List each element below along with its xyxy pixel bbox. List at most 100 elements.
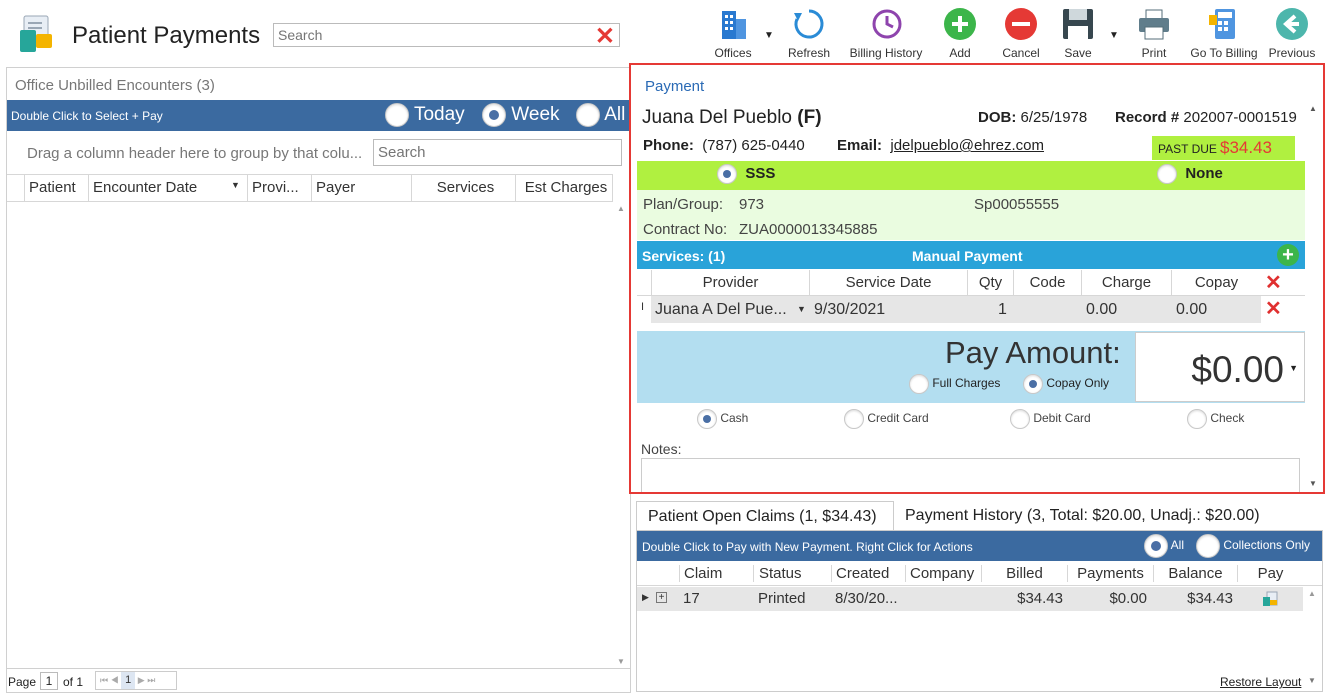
claims-filter-all[interactable]: All	[1144, 534, 1184, 558]
refresh-button[interactable]: Refresh	[779, 6, 839, 60]
copay-only-option[interactable]: Copay Only	[1023, 374, 1109, 394]
qty-value[interactable]: 1	[998, 301, 1007, 319]
group-by-hint: Drag a column header here to group by th…	[27, 145, 363, 162]
col-services[interactable]: Services	[411, 175, 515, 201]
col-charge[interactable]: Charge	[1081, 270, 1171, 296]
col-provider[interactable]: Provider	[651, 270, 809, 296]
offices-button[interactable]: Offices	[703, 6, 763, 60]
notes-label: Notes:	[641, 441, 682, 457]
clear-search-icon[interactable]: ✕	[595, 22, 615, 51]
payment-scrollbar[interactable]: ▲ ▼	[1305, 100, 1322, 492]
filter-all[interactable]: All	[576, 103, 625, 127]
col-company[interactable]: Company	[905, 565, 981, 582]
claim-balance[interactable]: $34.43	[1153, 590, 1233, 607]
pay-amount-label: Pay Amount:	[945, 335, 1121, 370]
save-dropdown-icon[interactable]: ▼	[1109, 30, 1119, 41]
pay-amount-value[interactable]: $0.00	[1191, 349, 1284, 391]
full-charges-option[interactable]: Full Charges	[909, 374, 1000, 394]
history-icon	[847, 6, 925, 42]
claim-number[interactable]: 17	[683, 590, 700, 607]
filter-week[interactable]: Week	[482, 103, 560, 127]
charge-value[interactable]: 0.00	[1086, 301, 1117, 319]
pager-page-input[interactable]: 1	[40, 672, 58, 690]
header-search-input[interactable]	[274, 24, 584, 46]
go-to-billing-button[interactable]: Go To Billing	[1188, 6, 1260, 60]
provider-select[interactable]: Juana A Del Pue...	[655, 301, 787, 319]
spin-icon[interactable]: ▼	[1289, 363, 1298, 373]
billing-history-button[interactable]: Billing History	[847, 6, 925, 60]
method-credit-card[interactable]: Credit Card	[844, 409, 929, 429]
plan-code: Sp00055555	[974, 196, 1060, 213]
restore-layout-link[interactable]: Restore Layout	[1220, 675, 1301, 689]
pay-claim-icon[interactable]	[1261, 590, 1279, 612]
claims-filter-collections[interactable]: Collections Only	[1196, 534, 1310, 558]
unbilled-search-input[interactable]	[373, 139, 622, 166]
unbilled-scrollbar[interactable]: ▲ ▼	[613, 202, 629, 668]
claim-status[interactable]: Printed	[758, 590, 806, 607]
expand-plus-icon[interactable]: +	[656, 592, 667, 603]
service-date-value[interactable]: 9/30/2021	[814, 301, 885, 319]
col-patient[interactable]: Patient	[24, 175, 88, 201]
col-balance[interactable]: Balance	[1153, 565, 1237, 582]
scroll-up-icon[interactable]: ▲	[1308, 589, 1316, 598]
save-button[interactable]: Save	[1048, 6, 1108, 60]
header-search[interactable]: ✕	[273, 23, 620, 50]
provider-dropdown-icon[interactable]: ▼	[797, 304, 806, 314]
previous-button[interactable]: Previous	[1262, 6, 1322, 60]
filter-today[interactable]: Today	[385, 103, 465, 127]
scroll-down-icon[interactable]: ▼	[617, 657, 625, 666]
pager-nav[interactable]: ⏮ ◀ 1 ▶ ⏭	[95, 671, 177, 690]
scroll-up-icon[interactable]: ▲	[1309, 104, 1317, 113]
col-provider[interactable]: Provi...	[247, 175, 311, 201]
delete-all-icon[interactable]: ✕	[1265, 273, 1282, 293]
insurance-sss-option[interactable]: SSS	[717, 164, 775, 184]
record-number: Record # 202007-0001519	[1115, 109, 1297, 126]
col-pay[interactable]: Pay	[1237, 565, 1303, 582]
col-copay[interactable]: Copay	[1171, 270, 1261, 296]
method-debit-card[interactable]: Debit Card	[1010, 409, 1091, 429]
row-expand-arrow-icon[interactable]: ▶	[642, 592, 649, 603]
scroll-down-icon[interactable]: ▼	[1309, 479, 1317, 488]
plan-value: 973	[739, 196, 765, 213]
pay-amount-input[interactable]: $0.00 ▼	[1135, 332, 1305, 402]
arrow-left-circle-icon	[1262, 6, 1322, 42]
method-cash-label: Cash	[720, 411, 749, 426]
scroll-up-icon[interactable]: ▲	[617, 204, 625, 213]
delete-row-icon[interactable]: ✕	[1265, 299, 1282, 319]
col-billed[interactable]: Billed	[981, 565, 1067, 582]
col-created[interactable]: Created	[831, 565, 905, 582]
offices-dropdown-icon[interactable]: ▼	[764, 30, 774, 41]
service-row[interactable]: I Juana A Del Pue... ▼ 9/30/2021 1 0.00 …	[637, 296, 1305, 323]
restore-layout-dropdown-icon[interactable]: ▼	[1308, 676, 1316, 685]
notes-textarea[interactable]	[641, 458, 1300, 492]
claim-created[interactable]: 8/30/20...	[835, 590, 898, 607]
col-service-date[interactable]: Service Date	[809, 270, 967, 296]
add-button[interactable]: Add	[930, 6, 990, 60]
pager-current[interactable]: 1	[121, 672, 136, 689]
method-cash[interactable]: Cash	[697, 409, 748, 429]
col-payments[interactable]: Payments	[1067, 565, 1153, 582]
col-code[interactable]: Code	[1013, 270, 1081, 296]
print-button[interactable]: Print	[1124, 6, 1184, 60]
method-check[interactable]: Check	[1187, 409, 1244, 429]
add-service-icon[interactable]: +	[1277, 244, 1299, 266]
tab-open-claims[interactable]: Patient Open Claims (1, $34.43)	[636, 501, 894, 531]
col-encounter-date[interactable]: Encounter Date	[88, 175, 228, 201]
email-link[interactable]: jdelpueblo@ehrez.com	[890, 137, 1044, 154]
cancel-button[interactable]: Cancel	[991, 6, 1051, 60]
tab-payment-history[interactable]: Payment History (3, Total: $20.00, Unadj…	[894, 501, 1280, 531]
insurance-none-option[interactable]: None	[1157, 164, 1223, 184]
copay-value[interactable]: 0.00	[1176, 301, 1207, 319]
col-status[interactable]: Status	[753, 565, 831, 582]
claims-scrollbar[interactable]: ▲	[1304, 587, 1320, 667]
contract-value: ZUA0000013345885	[739, 221, 878, 238]
claim-billed[interactable]: $34.43	[981, 590, 1063, 607]
sort-dropdown-icon[interactable]: ▼	[231, 180, 240, 190]
claim-payments[interactable]: $0.00	[1067, 590, 1147, 607]
patient-name: Juana Del Pueblo (F)	[642, 107, 822, 129]
col-qty[interactable]: Qty	[967, 270, 1013, 296]
claims-row[interactable]: ▶ + 17 Printed 8/30/20... $34.43 $0.00 $…	[637, 587, 1303, 611]
col-claim[interactable]: Claim	[679, 565, 753, 582]
col-est-charges[interactable]: Est Charges	[515, 175, 613, 201]
col-payer[interactable]: Payer	[311, 175, 411, 201]
